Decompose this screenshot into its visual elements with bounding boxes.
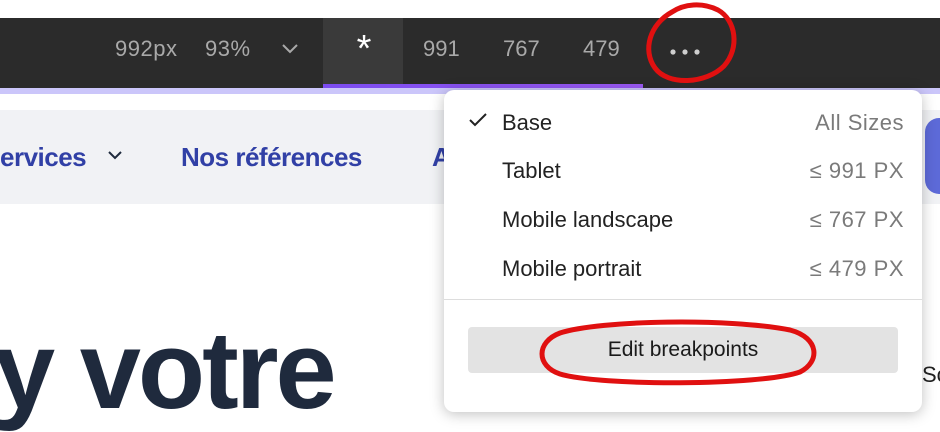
menu-divider [444,299,922,300]
menu-item-size: ≤ 991 PX [809,158,904,183]
chevron-down-icon[interactable] [280,42,300,56]
asterisk-icon: * [356,28,372,70]
menu-item-mobile-portrait[interactable]: Mobile portrait ≤ 479 PX [444,246,922,294]
nav-cta-button[interactable] [925,118,940,194]
hero-heading: y votre [0,309,337,432]
menu-item-size: ≤ 479 PX [809,256,904,281]
menu-item-base[interactable]: Base All Sizes [444,100,922,148]
zoom-readout[interactable]: 93% [205,36,251,62]
menu-item-size: ≤ 767 PX [809,207,904,232]
more-horizontal-icon[interactable] [669,46,701,58]
menu-item-label: Base [502,110,553,135]
menu-item-label: Mobile landscape [502,207,674,232]
menu-item-label: Tablet [502,158,561,183]
top-strip [0,0,940,18]
chevron-down-icon [108,151,122,160]
menu-item-mobile-landscape[interactable]: Mobile landscape ≤ 767 PX [444,197,922,245]
breakpoints-menu: Base All Sizes Tablet ≤ 991 PX Mobile la… [444,90,922,412]
breakpoint-toolbar: 992px 93% * 991 767 479 [0,18,940,88]
edge-text: Sc [922,362,940,387]
menu-item-tablet[interactable]: Tablet ≤ 991 PX [444,148,922,196]
breakpoint-767-button[interactable]: 767 [503,36,540,62]
nav-link-services[interactable]: ervices [0,142,87,173]
breakpoint-479-button[interactable]: 479 [583,36,620,62]
nav-link-references[interactable]: Nos références [181,142,362,173]
check-icon [469,113,487,127]
canvas-width-readout[interactable]: 992px [115,36,177,62]
menu-item-label: Mobile portrait [502,256,642,281]
edit-breakpoints-button[interactable]: Edit breakpoints [468,327,898,373]
menu-item-size: All Sizes [815,110,904,135]
breakpoint-991-button[interactable]: 991 [423,36,460,62]
